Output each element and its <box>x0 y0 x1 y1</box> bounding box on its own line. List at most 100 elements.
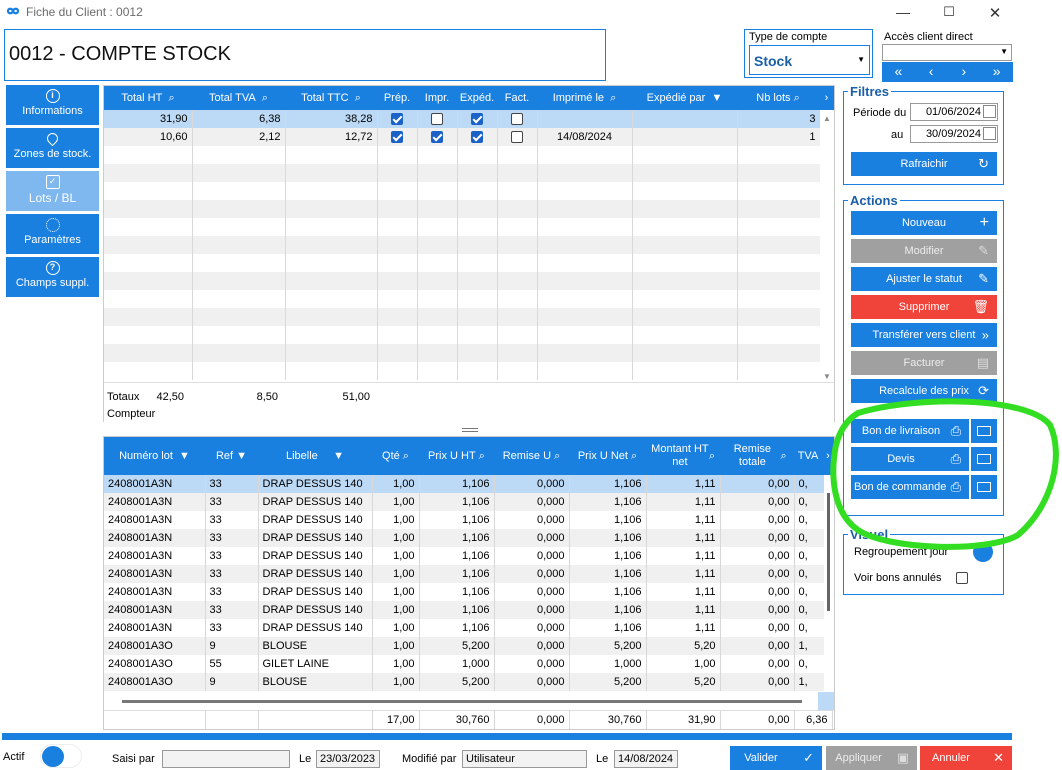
table-row[interactable]: 2408001A3O 9 BLOUSE 1,00 5,200 0,000 5,200 5,20… <box>104 673 825 691</box>
table-row[interactable]: 2408001A3O 55 GILET LAINE 1,00 1,000 0,000 1,0… <box>104 655 825 673</box>
table-row[interactable]: 2408001A3N 33 DRAP DESSUS 140 1,00 1,106 0,00… <box>104 583 825 601</box>
table-row[interactable]: 2408001A3O 9 BLOUSE 1,00 5,200 0,000 5,200 5,20… <box>104 637 825 655</box>
column-header-tva[interactable]: TVA <box>794 437 822 475</box>
transferer-client-button[interactable]: Transférer vers client» <box>851 323 997 347</box>
calendar-icon[interactable] <box>983 105 996 118</box>
voir-bons-annules-checkbox[interactable] <box>956 572 968 584</box>
column-header-ref[interactable]: Ref ▼ <box>205 437 258 475</box>
total-cell: 17,00 <box>372 711 420 729</box>
table-row[interactable] <box>104 344 821 362</box>
table-row[interactable] <box>104 326 821 344</box>
row-checkbox[interactable] <box>471 131 483 144</box>
table-row[interactable] <box>104 218 821 236</box>
column-header-prix-u-net[interactable]: Prix U Net ⌕ <box>569 437 646 475</box>
table-cell: 0, <box>794 475 825 493</box>
table-cell <box>104 290 193 308</box>
column-header-total-ht[interactable]: Total HT ⌕ <box>104 86 192 110</box>
table-row[interactable] <box>104 182 821 200</box>
acces-client-select[interactable]: ▼ <box>882 44 1012 61</box>
table-cell: 2408001A3O <box>104 655 206 673</box>
table-row[interactable] <box>104 272 821 290</box>
table-row[interactable] <box>104 290 821 308</box>
row-checkbox[interactable] <box>511 113 523 126</box>
table-row[interactable]: 2408001A3N 33 DRAP DESSUS 140 1,00 1,106 0,00… <box>104 565 825 583</box>
row-checkbox[interactable] <box>431 131 443 144</box>
close-window-button[interactable]: ✕ <box>985 4 1005 22</box>
table-row[interactable] <box>104 200 821 218</box>
sidebar-item-parametres[interactable]: Paramètres <box>6 214 99 254</box>
lots-scrollbar[interactable]: ▲ ▼ <box>820 110 834 382</box>
appliquer-button[interactable]: Appliquer ▣ <box>826 746 917 770</box>
facturer-button[interactable]: Facturer ▤ <box>851 351 997 375</box>
table-row[interactable]: 2408001A3N 33 DRAP DESSUS 140 1,00 1,106 0,00… <box>104 475 825 493</box>
table-row[interactable] <box>104 146 821 164</box>
table-row[interactable] <box>104 362 821 380</box>
app-logo-icon <box>6 7 20 15</box>
column-header-prix-u-ht[interactable]: Prix U HT ⌕ <box>419 437 494 475</box>
sidebar-item-lots-bl[interactable]: ✓ Lots / BL <box>6 171 99 211</box>
table-cell <box>497 362 538 380</box>
table-row[interactable]: 2408001A3N 33 DRAP DESSUS 140 1,00 1,106 0,00… <box>104 601 825 619</box>
rafraichir-button[interactable]: Rafraichir ↻ <box>851 152 997 176</box>
row-checkbox[interactable] <box>511 131 523 144</box>
ajuster-statut-button[interactable]: Ajuster le statut ✎ <box>851 267 997 291</box>
sidebar-item-informations[interactable]: i Informations <box>6 85 99 125</box>
splitter-handle[interactable] <box>462 428 478 432</box>
table-cell <box>457 200 498 218</box>
sidebar-item-zones-stock[interactable]: Zones de stock. <box>6 128 99 168</box>
valider-button[interactable]: Valider ✓ <box>730 746 822 770</box>
column-header-nb-lots[interactable]: Nb lots ⌕ <box>737 86 819 110</box>
nouveau-button[interactable]: Nouveau + <box>851 211 997 235</box>
row-checkbox[interactable] <box>391 131 403 144</box>
detail-horizontal-scrollbar[interactable] <box>122 700 802 703</box>
row-checkbox[interactable] <box>391 113 403 126</box>
table-row[interactable] <box>104 308 821 326</box>
column-header-imprime-le[interactable]: Imprimé le ⌕ <box>537 86 632 110</box>
actif-toggle[interactable] <box>40 744 82 768</box>
au-input[interactable]: 30/09/2024 <box>910 125 998 143</box>
column-header-impr[interactable]: Impr. <box>417 86 457 110</box>
column-header-qte[interactable]: Qté ⌕ <box>372 437 419 475</box>
table-row[interactable] <box>104 236 821 254</box>
column-header-libelle[interactable]: Libelle ▼ <box>258 437 372 475</box>
row-checkbox[interactable] <box>471 113 483 126</box>
calendar-icon[interactable] <box>983 127 996 140</box>
table-row[interactable]: 2408001A3N 33 DRAP DESSUS 140 1,00 1,106 0,00… <box>104 619 825 637</box>
table-row[interactable]: 2408001A3N 33 DRAP DESSUS 140 1,00 1,106 0,00… <box>104 529 825 547</box>
column-header-expedie-par[interactable]: Expédié par ▼ <box>632 86 737 110</box>
table-row[interactable]: 2408001A3N 33 DRAP DESSUS 140 1,00 1,106 0,00… <box>104 511 825 529</box>
minimize-button[interactable]: — <box>893 4 913 20</box>
table-row[interactable]: 2408001A3N 33 DRAP DESSUS 140 1,00 1,106 0,00… <box>104 493 825 511</box>
table-row[interactable]: 31,90 6,38 38,28 3 <box>104 110 821 128</box>
previous-client-button[interactable]: ‹ <box>915 62 948 82</box>
annuler-button[interactable]: Annuler ✕ <box>920 746 1012 770</box>
maximize-button[interactable]: ☐ <box>939 4 959 20</box>
table-cell: DRAP DESSUS 140 <box>258 511 373 529</box>
last-client-button[interactable]: » <box>980 62 1013 82</box>
table-cell <box>537 164 633 182</box>
column-header-remise-totale[interactable]: Remise totale ⌕ <box>720 437 794 475</box>
sidebar-item-label: Zones de stock. <box>13 148 92 160</box>
column-header-total-tva[interactable]: Total TVA ⌕ <box>192 86 285 110</box>
sidebar-item-champs-suppl[interactable]: ? Champs suppl. <box>6 257 99 297</box>
column-header-prep[interactable]: Prép. <box>377 86 417 110</box>
scroll-right-icon[interactable]: › <box>819 86 834 110</box>
supprimer-button[interactable]: Supprimer 🗑 <box>851 295 997 319</box>
table-row[interactable]: 2408001A3N 33 DRAP DESSUS 140 1,00 1,106 0,00… <box>104 547 825 565</box>
modifier-button[interactable]: Modifier ✎ <box>851 239 997 263</box>
column-header-remise-u[interactable]: Remise U ⌕ <box>494 437 569 475</box>
column-header-fact[interactable]: Fact. <box>497 86 537 110</box>
periode-du-input[interactable]: 01/06/2024 <box>910 103 998 121</box>
type-compte-select[interactable]: Stock ▼ <box>749 45 870 75</box>
column-header-numero-lot[interactable]: Numéro lot ▼ <box>104 437 205 475</box>
first-client-button[interactable]: « <box>882 62 915 82</box>
table-row[interactable] <box>104 254 821 272</box>
table-row[interactable] <box>104 164 821 182</box>
row-checkbox[interactable] <box>431 113 443 126</box>
column-header-montant-ht-net[interactable]: Montant HT net ⌕ <box>646 437 720 475</box>
column-header-total-ttc[interactable]: Total TTC ⌕ <box>285 86 377 110</box>
table-row[interactable]: 10,60 2,12 12,72 14/08/2024 1 <box>104 128 821 146</box>
column-header-exped[interactable]: Expéd. <box>457 86 497 110</box>
next-client-button[interactable]: › <box>948 62 981 82</box>
table-cell: 1,00 <box>372 673 420 691</box>
